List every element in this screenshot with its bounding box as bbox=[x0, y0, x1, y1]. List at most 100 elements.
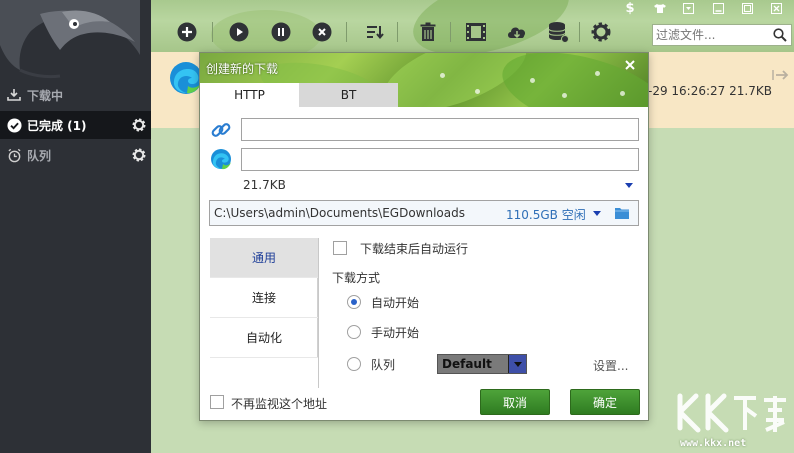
database-button[interactable] bbox=[546, 20, 570, 44]
file-meta: -29 16:26:27 21.7KB bbox=[648, 84, 772, 98]
edge-browser-icon bbox=[170, 62, 202, 94]
menu-button[interactable] bbox=[677, 0, 699, 16]
skin-button[interactable] bbox=[649, 0, 671, 16]
toolbar-separator bbox=[212, 22, 213, 42]
toolbar-separator bbox=[579, 22, 580, 42]
sidebar: 下载中 已完成 (1) 队列 bbox=[0, 0, 151, 453]
mode-manual-label: 手动开始 bbox=[371, 326, 420, 340]
filename-input[interactable] bbox=[242, 149, 638, 170]
mode-queue-label: 队列 bbox=[371, 358, 396, 372]
trash-icon bbox=[420, 22, 436, 41]
save-path-field[interactable]: C:\Users\admin\Documents\EGDownloads 110… bbox=[209, 200, 639, 226]
video-icon bbox=[466, 23, 486, 41]
pause-icon bbox=[271, 22, 291, 42]
shirt-icon bbox=[654, 3, 666, 13]
cloud-download-button[interactable] bbox=[505, 20, 529, 44]
auto-run-label: 下载结束后自动运行 bbox=[360, 242, 469, 256]
auto-run-checkbox[interactable] bbox=[333, 241, 347, 255]
add-icon bbox=[177, 22, 197, 42]
divider bbox=[318, 238, 319, 388]
add-button[interactable] bbox=[175, 20, 199, 44]
sidebar-item-downloading[interactable]: 下载中 bbox=[0, 81, 151, 109]
sidebar-item-completed[interactable]: 已完成 (1) bbox=[0, 111, 151, 139]
gear-icon[interactable] bbox=[131, 117, 147, 133]
minimize-icon bbox=[712, 2, 724, 14]
tab-http[interactable]: HTTP bbox=[200, 83, 299, 107]
check-circle-icon bbox=[6, 117, 22, 133]
chevron-down-icon[interactable] bbox=[593, 211, 601, 216]
eagle-logo-icon bbox=[0, 0, 140, 79]
queue-select-value: Default bbox=[442, 357, 492, 371]
filename-field bbox=[241, 148, 639, 171]
alarm-clock-icon bbox=[6, 147, 22, 163]
tab-connection[interactable]: 连接 bbox=[210, 278, 318, 318]
gear-icon[interactable] bbox=[131, 147, 147, 163]
chevron-down-icon[interactable] bbox=[508, 355, 526, 373]
cancel-button[interactable]: 取消 bbox=[480, 389, 550, 415]
mode-heading: 下载方式 bbox=[332, 271, 381, 285]
free-space-label: 110.5GB 空闲 bbox=[506, 208, 586, 222]
start-button[interactable] bbox=[227, 20, 251, 44]
dialog-header: 创建新的下载 HTTP BT bbox=[200, 53, 648, 107]
download-tray-icon bbox=[6, 87, 22, 103]
queue-select[interactable]: Default bbox=[437, 354, 527, 374]
open-arrow-icon[interactable] bbox=[772, 68, 790, 82]
stop-button[interactable] bbox=[310, 20, 334, 44]
stop-icon bbox=[312, 22, 332, 42]
search-icon bbox=[773, 28, 787, 42]
save-path-value: C:\Users\admin\Documents\EGDownloads bbox=[214, 206, 465, 220]
sidebar-item-label: 已完成 (1) bbox=[27, 118, 87, 133]
sort-icon bbox=[367, 26, 384, 40]
dialog-close-button[interactable] bbox=[620, 56, 640, 74]
video-button[interactable] bbox=[464, 20, 488, 44]
maximize-icon bbox=[741, 2, 753, 14]
tab-bt[interactable]: BT bbox=[299, 83, 398, 107]
edge-browser-icon bbox=[211, 149, 231, 170]
protocol-tabs: HTTP BT bbox=[200, 83, 398, 107]
pause-button[interactable] bbox=[269, 20, 293, 44]
cloud-download-icon bbox=[508, 27, 526, 39]
settings-button[interactable] bbox=[589, 20, 613, 44]
tab-automation[interactable]: 自动化 bbox=[210, 318, 318, 358]
chevron-down-icon[interactable] bbox=[625, 183, 633, 188]
mode-auto-label: 自动开始 bbox=[371, 296, 420, 310]
database-icon bbox=[548, 22, 569, 43]
gear-icon bbox=[591, 22, 611, 42]
ok-button[interactable]: 确定 bbox=[570, 389, 640, 415]
folder-icon[interactable] bbox=[614, 206, 630, 220]
mode-queue-radio[interactable] bbox=[347, 357, 361, 371]
toolbar-separator bbox=[346, 22, 347, 42]
kkx-watermark-logo bbox=[677, 393, 786, 433]
menu-box-icon bbox=[682, 2, 694, 14]
sidebar-item-queue[interactable]: 队列 bbox=[0, 141, 151, 169]
play-icon bbox=[229, 22, 249, 42]
sort-button[interactable] bbox=[363, 20, 387, 44]
url-input[interactable] bbox=[242, 119, 638, 140]
filter-box bbox=[652, 24, 792, 46]
options-nav: 通用 连接 自动化 bbox=[210, 238, 318, 358]
close-button[interactable] bbox=[765, 0, 787, 16]
mode-auto-radio[interactable] bbox=[347, 295, 361, 309]
sidebar-item-label: 队列 bbox=[27, 148, 52, 163]
toolbar-separator bbox=[450, 22, 451, 42]
settings-link[interactable]: 设置... bbox=[593, 357, 628, 374]
tab-general[interactable]: 通用 bbox=[210, 238, 318, 278]
close-icon bbox=[770, 2, 782, 14]
new-download-dialog: 创建新的下载 HTTP BT 21.7KB C:\Users\admin\Doc… bbox=[199, 52, 649, 421]
no-monitor-label: 不再监视这个地址 bbox=[231, 397, 328, 411]
toolbar-separator bbox=[397, 22, 398, 42]
maximize-button[interactable] bbox=[736, 0, 758, 16]
sidebar-item-label: 下载中 bbox=[27, 88, 64, 103]
link-icon bbox=[211, 123, 231, 137]
file-size-label: 21.7KB bbox=[243, 178, 286, 192]
mode-manual-radio[interactable] bbox=[347, 325, 361, 339]
close-icon bbox=[625, 60, 635, 70]
delete-button[interactable] bbox=[416, 20, 440, 44]
donate-button[interactable]: $ bbox=[619, 0, 641, 16]
minimize-button[interactable] bbox=[707, 0, 729, 16]
search-button[interactable] bbox=[769, 25, 791, 45]
dollar-icon: $ bbox=[625, 0, 635, 16]
watermark-url: www.kkx.net bbox=[680, 438, 747, 449]
filter-input[interactable] bbox=[653, 26, 769, 44]
no-monitor-checkbox[interactable] bbox=[210, 395, 224, 409]
